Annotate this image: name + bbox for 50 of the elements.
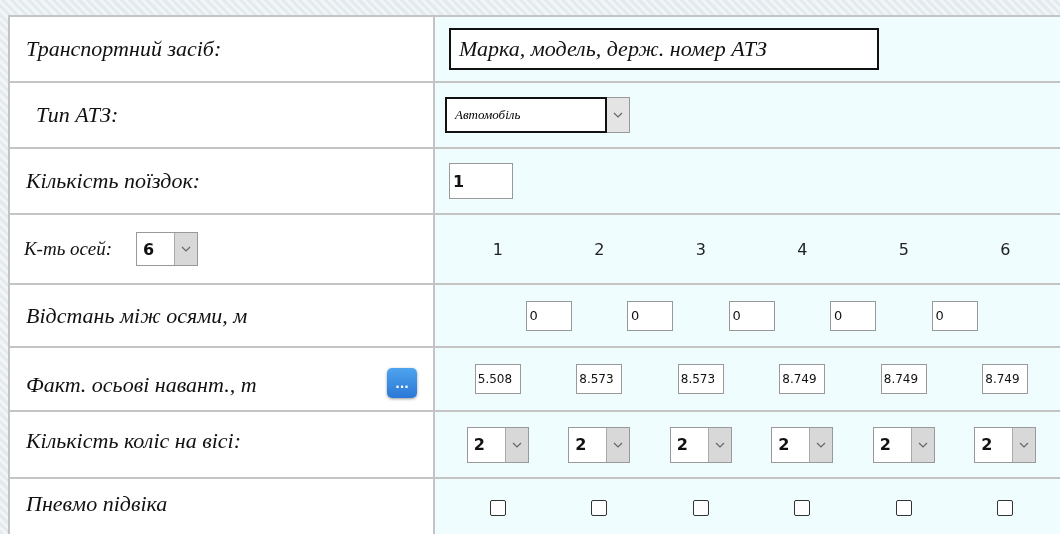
wheel-count-select[interactable]: 2: [872, 426, 935, 463]
more-button[interactable]: ...: [387, 368, 417, 398]
distance-input[interactable]: 0: [627, 300, 673, 331]
wheel-count-select[interactable]: 2: [568, 426, 631, 463]
distance-input[interactable]: 0: [830, 300, 876, 331]
load-input[interactable]: 8.749: [779, 364, 826, 394]
field-label: Кількість коліс на вісі:: [26, 428, 242, 454]
load-input[interactable]: 8.749: [880, 364, 927, 394]
vehicle-field[interactable]: Марка, модель, держ. номер АТЗ: [449, 28, 879, 70]
chevron-down-icon: [511, 441, 522, 448]
load-input[interactable]: 8.749: [982, 364, 1029, 394]
field-label: Кількість поїздок:: [26, 168, 201, 194]
chevron-down-icon: [1019, 441, 1030, 448]
load-input[interactable]: 5.508: [474, 364, 521, 394]
chevron-down-icon: [613, 441, 624, 448]
axle-count-select[interactable]: 6: [136, 232, 198, 266]
axle-number: 4: [797, 239, 808, 259]
field-label: Тип АТЗ:: [36, 102, 119, 128]
checkbox[interactable]: [692, 500, 709, 516]
field-label: Транспортний засіб:: [26, 36, 222, 62]
checkbox[interactable]: [997, 500, 1014, 516]
distance-input[interactable]: 0: [728, 300, 775, 331]
wheel-count-select[interactable]: 2: [771, 426, 834, 463]
axle-number: 1: [492, 239, 503, 259]
chevron-down-icon: [613, 112, 623, 118]
wheel-count-select[interactable]: 2: [669, 426, 732, 463]
axle-number: 3: [695, 239, 706, 259]
trips-input[interactable]: 1: [449, 163, 513, 199]
distance-input[interactable]: 0: [525, 300, 572, 331]
field-label: Відстань між осями, м: [26, 302, 248, 329]
chevron-down-icon: [816, 441, 827, 448]
checkbox[interactable]: [895, 500, 912, 516]
chevron-down-icon: [181, 246, 191, 252]
chevron-down-icon: [917, 441, 928, 448]
axle-number: 6: [1000, 239, 1011, 259]
checkbox[interactable]: [794, 500, 811, 516]
axle-number: 2: [594, 239, 605, 259]
wheel-count-select[interactable]: 2: [466, 426, 529, 463]
chevron-down-icon: [714, 441, 725, 448]
checkbox[interactable]: [591, 500, 608, 516]
field-label: Факт. осьові навант., т: [26, 372, 257, 398]
field-label: Пневмо підвіка: [26, 491, 168, 517]
checkbox[interactable]: [489, 500, 506, 516]
vehicle-type-select[interactable]: Автомобіль: [445, 97, 607, 133]
field-label: К-ть осей:: [24, 238, 112, 260]
distance-input[interactable]: 0: [931, 300, 978, 331]
wheel-count-select[interactable]: 2: [974, 426, 1037, 463]
load-input[interactable]: 8.573: [677, 364, 724, 394]
axle-number: 5: [898, 239, 909, 259]
load-input[interactable]: 8.573: [576, 364, 623, 394]
